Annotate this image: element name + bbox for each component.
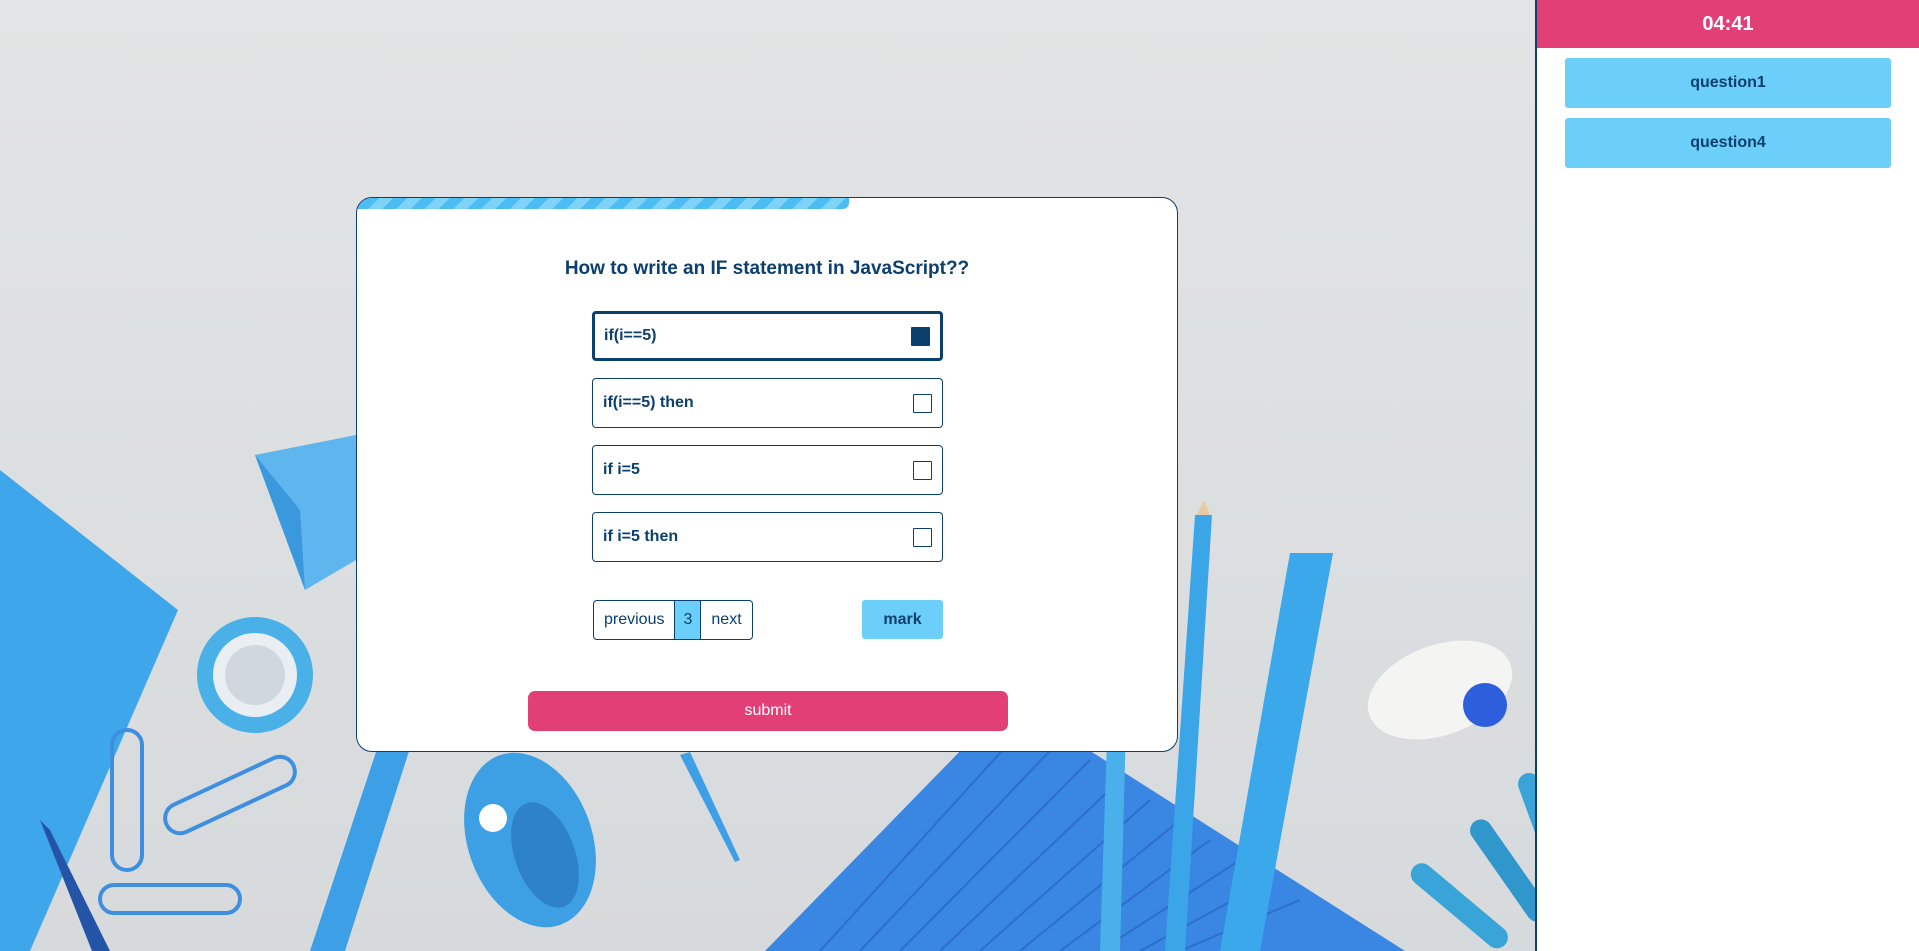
checkbox-icon[interactable] xyxy=(913,527,932,547)
checkbox-icon[interactable] xyxy=(913,393,932,413)
answer-option-label: if(i==5) xyxy=(604,327,657,344)
submit-button[interactable]: submit xyxy=(528,691,1008,731)
question-text: How to write an IF statement in JavaScri… xyxy=(564,258,970,279)
marked-question-item[interactable]: question4 xyxy=(1565,118,1891,168)
quiz-card: How to write an IF statement in JavaScri… xyxy=(356,197,1178,752)
answer-option[interactable]: if i=5 then xyxy=(592,512,943,562)
answer-option[interactable]: if i=5 xyxy=(592,445,943,495)
answer-option[interactable]: if(i==5) xyxy=(592,311,943,361)
answer-option-label: if(i==5) then xyxy=(603,394,694,411)
answer-options: if(i==5) if(i==5) then if i=5 if i=5 the… xyxy=(592,311,943,579)
current-page-number: 3 xyxy=(674,601,702,639)
answer-option-label: if i=5 xyxy=(603,461,640,478)
answer-option[interactable]: if(i==5) then xyxy=(592,378,943,428)
progress-bar xyxy=(357,198,1177,209)
next-button[interactable]: next xyxy=(701,601,751,639)
marked-question-item[interactable]: question1 xyxy=(1565,58,1891,108)
countdown-timer: 04:41 xyxy=(1537,0,1919,48)
marked-questions-sidebar: 04:41 question1 question4 xyxy=(1535,0,1919,951)
progress-fill xyxy=(357,198,849,209)
checkbox-checked-icon[interactable] xyxy=(911,326,930,346)
previous-button[interactable]: previous xyxy=(594,601,674,639)
marked-questions-list: question1 question4 xyxy=(1537,48,1919,168)
mark-button[interactable]: mark xyxy=(862,600,943,639)
checkbox-icon[interactable] xyxy=(913,460,932,480)
answer-option-label: if i=5 then xyxy=(603,528,679,545)
question-pager: previous 3 next xyxy=(593,600,753,640)
